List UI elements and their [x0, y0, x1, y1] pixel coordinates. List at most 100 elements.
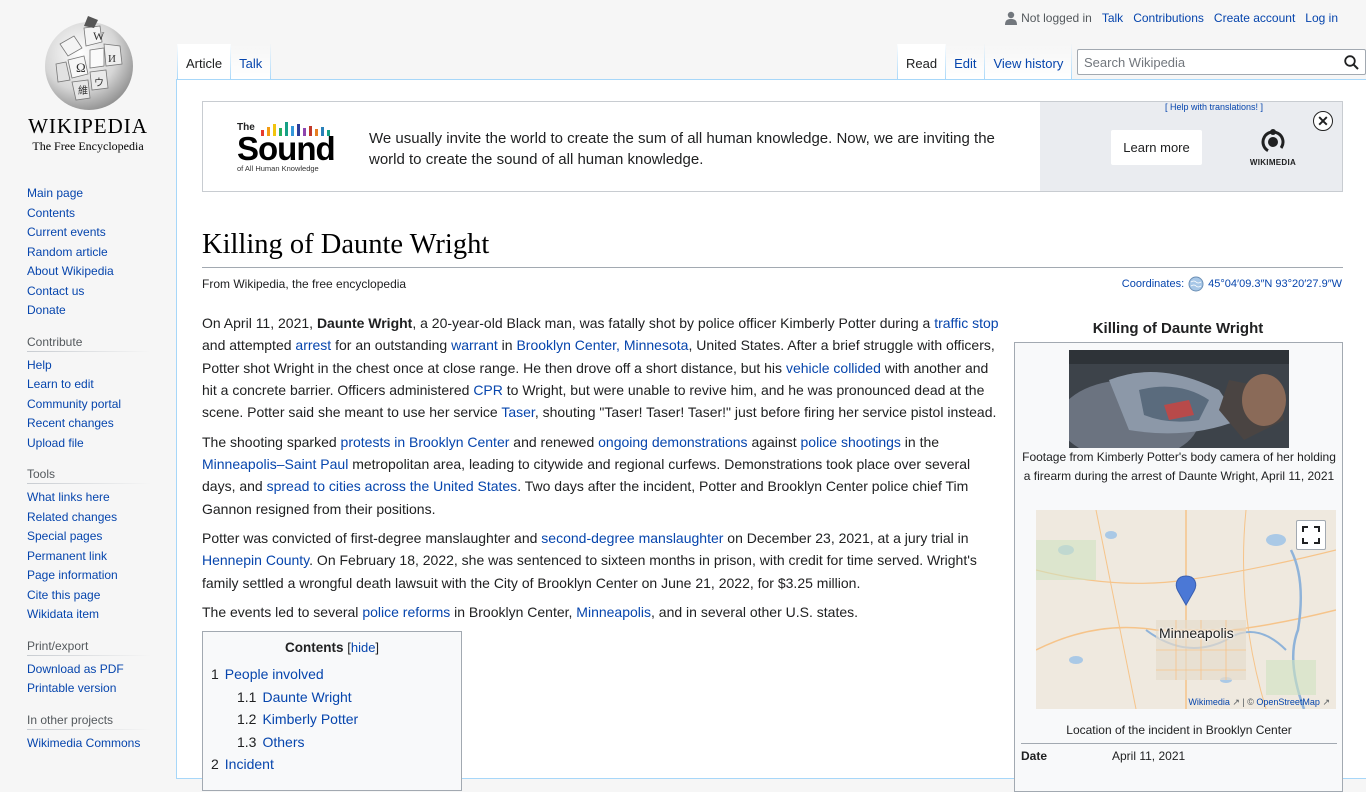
search-button[interactable]: [1337, 50, 1365, 74]
sidebar-item-community-portal[interactable]: Community portal: [27, 395, 176, 415]
wikipedia-tagline: The Free Encyclopedia: [32, 139, 144, 153]
wikimedia-maps-link[interactable]: Wikimedia: [1188, 697, 1230, 707]
link-hennepin-county[interactable]: Hennepin County: [202, 552, 309, 568]
link-police-shootings[interactable]: police shootings: [801, 434, 901, 450]
sidebar-item-cite-this-page[interactable]: Cite this page: [27, 586, 176, 606]
text: . On February 18, 2022, she was sentence…: [202, 552, 977, 591]
login-link[interactable]: Log in: [1305, 11, 1338, 25]
sound-logo-sub: of All Human Knowledge: [237, 164, 319, 173]
sidebar-item-main-page[interactable]: Main page: [27, 184, 176, 204]
search-box: [1077, 49, 1366, 75]
sidebar-item-related-changes[interactable]: Related changes: [27, 508, 176, 528]
text: , shouting "Taser! Taser! Taser!" just b…: [534, 404, 997, 421]
close-icon: ✕: [1317, 113, 1329, 129]
openstreetmap-link[interactable]: OpenStreetMap: [1256, 697, 1320, 707]
link-spread-to-cities[interactable]: spread to cities across the United State…: [267, 478, 518, 494]
link-traffic-stop[interactable]: traffic stop: [934, 315, 998, 331]
link-minneapolis-saint-paul[interactable]: Minneapolis–Saint Paul: [202, 456, 348, 472]
tab-edit[interactable]: Edit: [946, 44, 986, 79]
toc-item-people-involved[interactable]: 1 People involved: [211, 663, 453, 686]
sidebar-item-download-pdf[interactable]: Download as PDF: [27, 660, 176, 680]
link-brooklyn-center[interactable]: Brooklyn Center, Minnesota: [516, 337, 688, 353]
sidebar-item-random-article[interactable]: Random article: [27, 243, 176, 263]
tab-talk[interactable]: Talk: [231, 44, 272, 79]
toc-item-others[interactable]: 1.3 Others: [211, 731, 453, 754]
map-image: [1036, 510, 1336, 709]
toc-link[interactable]: Kimberly Potter: [262, 711, 358, 727]
infobox-date-value: April 11, 2021: [1112, 749, 1186, 763]
toc-item-incident[interactable]: 2 Incident: [211, 753, 453, 776]
talk-link[interactable]: Talk: [1102, 11, 1123, 25]
link-warrant[interactable]: warrant: [451, 337, 498, 353]
coordinates-label[interactable]: Coordinates:: [1122, 278, 1184, 290]
sidebar-item-what-links-here[interactable]: What links here: [27, 488, 176, 508]
link-arrest[interactable]: arrest: [295, 337, 331, 353]
banner-close-button[interactable]: ✕: [1313, 111, 1333, 131]
tab-read[interactable]: Read: [897, 44, 947, 79]
user-icon: [1005, 11, 1018, 25]
infobox-title: Killing of Daunte Wright: [1092, 320, 1264, 337]
fundraising-banner: The Sound of All Human Knowledge We usua…: [202, 101, 1343, 192]
toc-link[interactable]: People involved: [225, 666, 324, 682]
page-title: Killing of Daunte Wright: [202, 227, 1343, 268]
sidebar-item-contact[interactable]: Contact us: [27, 282, 176, 302]
map-fullscreen-button[interactable]: [1296, 520, 1326, 550]
sidebar-item-special-pages[interactable]: Special pages: [27, 527, 176, 547]
sidebar-item-upload-file[interactable]: Upload file: [27, 434, 176, 454]
help-with-translations-link[interactable]: [ Help with translations! ]: [1165, 102, 1263, 112]
bodycam-photo: [1069, 350, 1289, 448]
banner-message: We usually invite the world to create th…: [369, 130, 995, 168]
sidebar-item-wikidata-item[interactable]: Wikidata item: [27, 605, 176, 625]
tab-article[interactable]: Article: [177, 44, 232, 79]
toc-hide-link[interactable]: hide: [351, 640, 376, 655]
sidebar-item-wikimedia-commons[interactable]: Wikimedia Commons: [27, 734, 176, 754]
sidebar-item-printable-version[interactable]: Printable version: [27, 679, 176, 699]
sidebar-item-current-events[interactable]: Current events: [27, 223, 176, 243]
sidebar-tools: What links here Related changes Special …: [0, 488, 176, 625]
lead-paragraph-3: Potter was convicted of first-degree man…: [202, 527, 1002, 594]
sidebar-item-learn-to-edit[interactable]: Learn to edit: [27, 375, 176, 395]
sidebar-contribute: Help Learn to edit Community portal Rece…: [0, 356, 176, 454]
text: The events led to several: [202, 604, 363, 621]
infobox-bodycam-image[interactable]: [1069, 350, 1289, 448]
learn-more-button[interactable]: Learn more: [1111, 130, 1202, 165]
contributions-link[interactable]: Contributions: [1133, 11, 1204, 25]
coordinates-value[interactable]: 45°04′09.3″N 93°20′27.9″W: [1208, 278, 1342, 290]
tab-view-history[interactable]: View history: [985, 44, 1073, 79]
sidebar-other-projects: Wikimedia Commons: [0, 734, 176, 754]
link-second-degree-manslaughter[interactable]: second-degree manslaughter: [541, 530, 723, 546]
sidebar-item-permanent-link[interactable]: Permanent link: [27, 547, 176, 567]
sidebar-item-about[interactable]: About Wikipedia: [27, 262, 176, 282]
text: and attempted: [202, 337, 296, 354]
link-cpr[interactable]: CPR: [473, 382, 503, 398]
toc-link[interactable]: Others: [262, 734, 304, 750]
wikipedia-logo[interactable]: W Ω И ウ 維 Wikipedia The Free Encyclopedi…: [0, 0, 176, 160]
sidebar-item-page-information[interactable]: Page information: [27, 566, 176, 586]
sidebar-heading-tools: Tools: [27, 467, 151, 484]
link-vehicle-collided[interactable]: vehicle collided: [786, 360, 881, 376]
sidebar-item-donate[interactable]: Donate: [27, 301, 176, 321]
link-ongoing-demonstrations[interactable]: ongoing demonstrations: [598, 434, 747, 450]
svg-text:И: И: [108, 53, 116, 65]
link-minneapolis[interactable]: Minneapolis: [576, 604, 651, 620]
wikimedia-logo-icon: [1261, 129, 1285, 154]
link-police-reforms[interactable]: police reforms: [362, 604, 450, 620]
sidebar-item-recent-changes[interactable]: Recent changes: [27, 414, 176, 434]
search-input[interactable]: [1078, 50, 1318, 74]
sound-logo-main: Sound: [237, 130, 336, 167]
external-link-icon: ↗: [1319, 697, 1330, 707]
toc-link[interactable]: Incident: [225, 756, 274, 772]
text: , and in several other U.S. states.: [651, 604, 859, 621]
text: in Brooklyn Center,: [450, 604, 577, 621]
sidebar-item-contents[interactable]: Contents: [27, 204, 176, 224]
create-account-link[interactable]: Create account: [1214, 11, 1295, 25]
toc-item-kimberly-potter[interactable]: 1.2 Kimberly Potter: [211, 708, 453, 731]
toc-item-daunte-wright[interactable]: 1.1 Daunte Wright: [211, 686, 453, 709]
link-protests[interactable]: protests in Brooklyn Center: [341, 434, 510, 450]
link-taser[interactable]: Taser: [501, 404, 534, 420]
infobox-location-map[interactable]: Minneapolis Wikimedia ↗ | © OpenStreetMa…: [1036, 510, 1336, 709]
toc-link[interactable]: Daunte Wright: [262, 689, 351, 705]
sidebar-navigation: Main page Contents Current events Random…: [0, 184, 176, 321]
site-subtitle: From Wikipedia, the free encyclopedia: [202, 277, 407, 291]
sidebar-item-help[interactable]: Help: [27, 356, 176, 376]
